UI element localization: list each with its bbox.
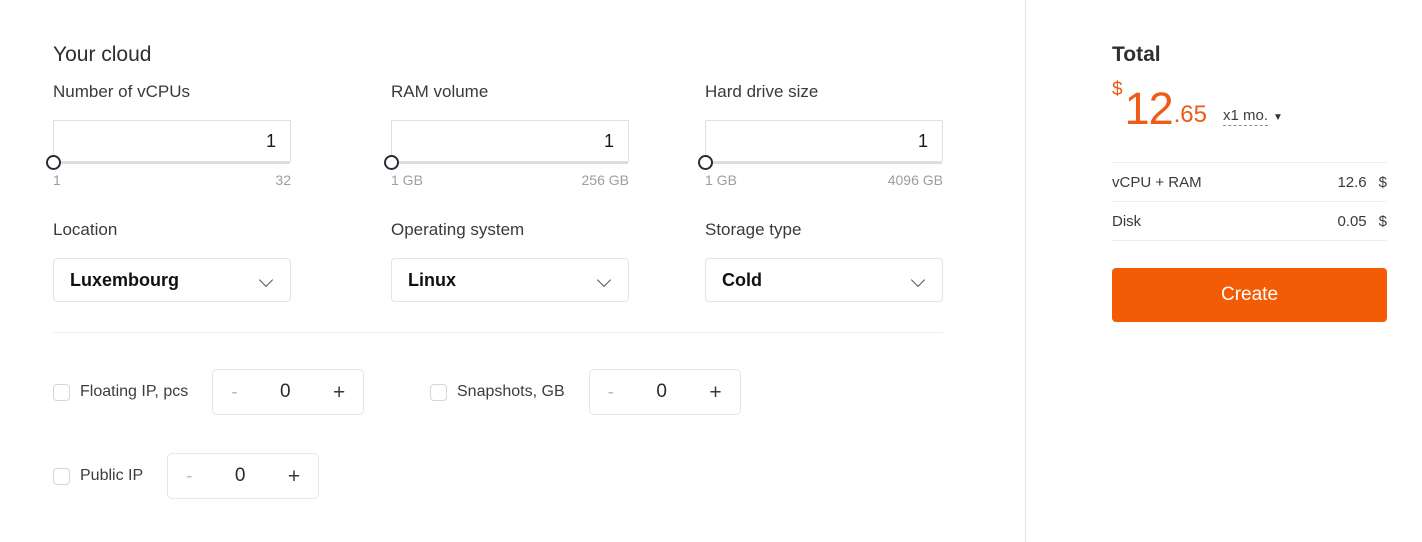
vcpu-range: 1 32 xyxy=(53,172,291,190)
total-title: Total xyxy=(1112,43,1161,66)
slider-row: Number of vCPUs 1 1 32 RAM volume 1 1 GB… xyxy=(46,82,953,202)
floating-ip-group: Floating IP, pcs - 0 + xyxy=(53,369,365,415)
disk-min-label: 1 GB xyxy=(705,172,737,188)
vcpu-min-label: 1 xyxy=(53,172,61,188)
breakdown-label: vCPU + RAM xyxy=(1112,173,1202,191)
floating-ip-quantity: 0 xyxy=(279,381,291,402)
chevron-down-icon xyxy=(912,273,926,287)
page-title: Your cloud xyxy=(53,43,152,66)
disk-slider-track[interactable] xyxy=(706,162,942,164)
ram-label: RAM volume xyxy=(391,82,489,101)
snapshots-quantity: 0 xyxy=(656,381,667,402)
location-value: Luxembourg xyxy=(70,269,180,290)
ram-value: 1 xyxy=(603,130,614,151)
addons-section: Floating IP, pcs - 0 + Snapshots, GB - 0… xyxy=(53,369,953,501)
billing-period-label: x1 mo. xyxy=(1223,107,1269,126)
create-button[interactable]: Create xyxy=(1112,268,1387,322)
vcpu-slider-track[interactable] xyxy=(54,162,290,164)
summary-panel: Total $ 12 .65 x1 mo. ▼ vCPU + RAM 12.6 … xyxy=(1112,0,1387,322)
public-ip-increment-button[interactable]: + xyxy=(288,466,300,487)
breakdown-value: 12.6 $ xyxy=(1337,174,1387,191)
ram-slider-handle[interactable] xyxy=(384,155,399,170)
disk-label: Hard drive size xyxy=(705,82,819,101)
disk-value: 1 xyxy=(917,130,928,151)
vcpu-label: Number of vCPUs xyxy=(53,82,190,101)
ram-max-label: 256 GB xyxy=(581,172,629,188)
snapshots-label: Snapshots, GB xyxy=(457,383,565,400)
storage-type-label: Storage type xyxy=(705,220,802,239)
caret-down-icon: ▼ xyxy=(1273,112,1283,123)
disk-slider-handle[interactable] xyxy=(698,155,713,170)
breakdown-label: Disk xyxy=(1112,212,1142,230)
ram-slider-group: RAM volume 1 1 GB 256 GB xyxy=(384,82,629,190)
chevron-down-icon xyxy=(260,273,274,287)
price-breakdown: vCPU + RAM 12.6 $ Disk 0.05 $ xyxy=(1112,162,1387,241)
chevron-down-icon xyxy=(598,273,612,287)
breakdown-currency: $ xyxy=(1378,212,1387,230)
price-integer: 12 xyxy=(1124,83,1174,134)
currency-symbol: $ xyxy=(1112,79,1123,100)
select-row: Location Luxembourg Operating system Lin… xyxy=(53,220,953,330)
public-ip-group: Public IP - 0 + xyxy=(53,453,320,499)
public-ip-decrement-button[interactable]: - xyxy=(186,467,192,486)
snapshots-increment-button[interactable]: + xyxy=(709,382,721,403)
vcpu-max-label: 32 xyxy=(275,172,291,188)
addon-row: Floating IP, pcs - 0 + Snapshots, GB - 0… xyxy=(53,369,953,417)
vcpu-slider-handle[interactable] xyxy=(46,155,61,170)
table-row: Disk 0.05 $ xyxy=(1112,202,1387,241)
total-price: $ 12 .65 x1 mo. ▼ xyxy=(1112,78,1387,134)
ram-input[interactable]: 1 xyxy=(384,120,629,170)
disk-max-label: 4096 GB xyxy=(887,172,943,188)
location-select[interactable]: Luxembourg xyxy=(53,258,291,302)
floating-ip-stepper[interactable]: - 0 + xyxy=(212,369,365,415)
configurator-panel: Your cloud Number of vCPUs 1 1 32 RAM vo… xyxy=(46,0,953,501)
os-value: Linux xyxy=(408,269,456,290)
disk-slider-group: Hard drive size 1 1 GB 4096 GB xyxy=(698,82,943,190)
floating-ip-checkbox[interactable] xyxy=(53,383,70,401)
public-ip-label: Public IP xyxy=(80,467,144,484)
breakdown-amount: 0.05 xyxy=(1337,212,1367,230)
location-group: Location Luxembourg xyxy=(53,220,291,302)
cloud-configurator-page: Your cloud Number of vCPUs 1 1 32 RAM vo… xyxy=(0,0,1422,542)
floating-ip-decrement-button[interactable]: - xyxy=(231,383,237,402)
breakdown-currency: $ xyxy=(1378,173,1387,191)
section-divider xyxy=(53,332,943,333)
public-ip-stepper[interactable]: - 0 + xyxy=(167,453,320,499)
snapshots-stepper[interactable]: - 0 + xyxy=(588,369,741,415)
os-select[interactable]: Linux xyxy=(391,258,629,302)
billing-period-select[interactable]: x1 mo. ▼ xyxy=(1223,107,1283,126)
location-label: Location xyxy=(53,220,118,239)
addon-row: Public IP - 0 + xyxy=(53,453,953,501)
floating-ip-increment-button[interactable]: + xyxy=(333,382,345,403)
vcpu-slider-group: Number of vCPUs 1 1 32 xyxy=(46,82,291,190)
snapshots-checkbox[interactable] xyxy=(430,383,447,401)
price-fraction: .65 xyxy=(1173,101,1208,128)
ram-slider-track[interactable] xyxy=(392,162,628,164)
vcpu-input[interactable]: 1 xyxy=(46,120,291,170)
os-label: Operating system xyxy=(391,220,525,239)
ram-min-label: 1 GB xyxy=(391,172,423,188)
os-group: Operating system Linux xyxy=(391,220,629,302)
panel-divider xyxy=(1025,0,1026,542)
storage-type-group: Storage type Cold xyxy=(705,220,943,302)
disk-range: 1 GB 4096 GB xyxy=(705,172,943,190)
breakdown-amount: 12.6 xyxy=(1337,173,1367,191)
storage-type-value: Cold xyxy=(722,269,762,290)
vcpu-value: 1 xyxy=(265,130,276,151)
public-ip-quantity: 0 xyxy=(234,465,246,486)
storage-type-select[interactable]: Cold xyxy=(705,258,943,302)
snapshots-decrement-button[interactable]: - xyxy=(608,383,614,402)
disk-input[interactable]: 1 xyxy=(698,120,943,170)
breakdown-value: 0.05 $ xyxy=(1337,213,1387,230)
snapshots-group: Snapshots, GB - 0 + xyxy=(430,369,741,415)
table-row: vCPU + RAM 12.6 $ xyxy=(1112,163,1387,202)
floating-ip-label: Floating IP, pcs xyxy=(80,383,189,400)
public-ip-checkbox[interactable] xyxy=(53,467,70,485)
ram-range: 1 GB 256 GB xyxy=(391,172,629,190)
